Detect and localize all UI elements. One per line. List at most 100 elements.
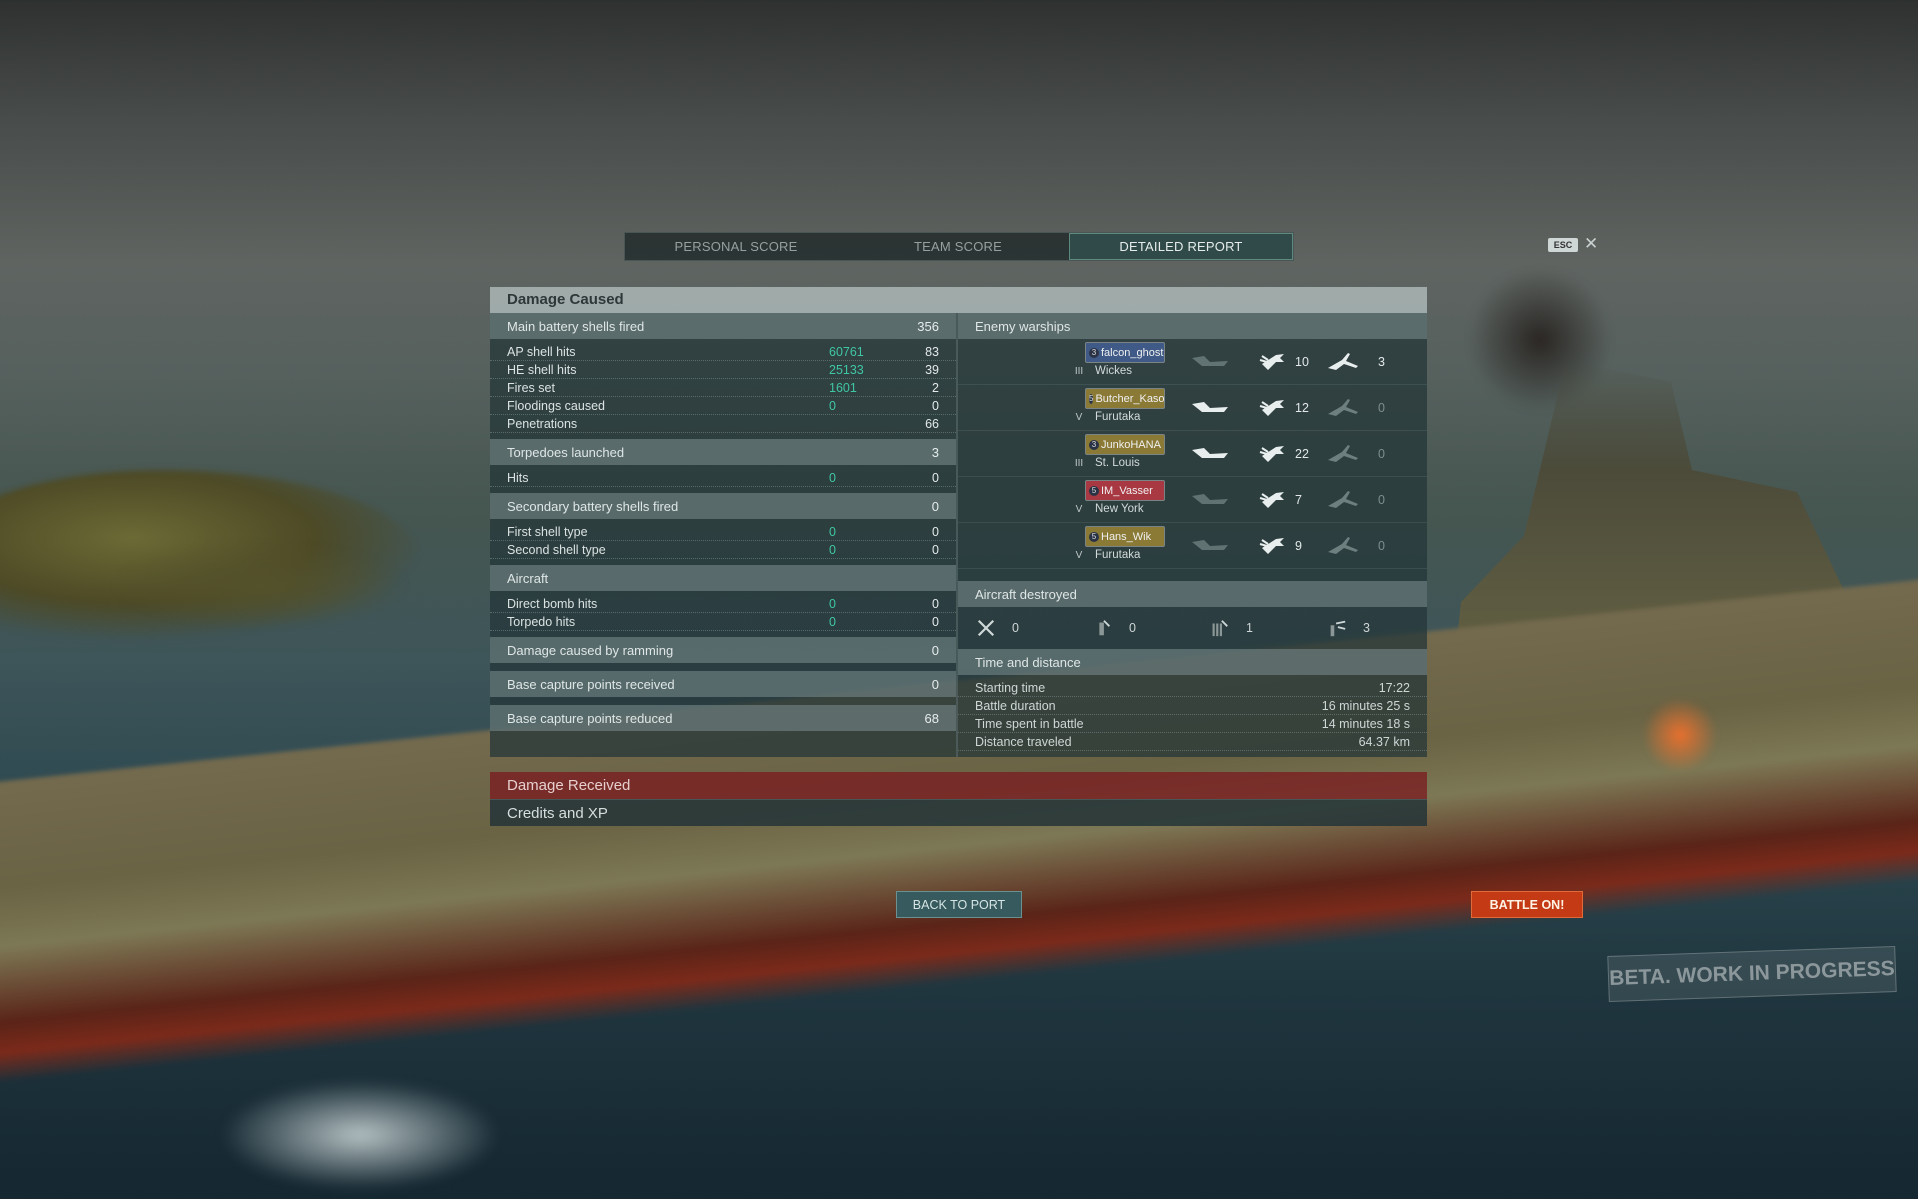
- time-distance-label: Distance traveled: [975, 734, 1072, 749]
- stat-row: Second shell type 0 0: [490, 541, 956, 559]
- ramming-section: Damage caused by ramming 0: [490, 637, 956, 663]
- time-distance-label: Starting time: [975, 680, 1046, 695]
- beta-watermark: BETA. WORK IN PROGRESS: [1607, 945, 1897, 1003]
- player-name: JunkoHANA: [1101, 438, 1161, 451]
- plane-icon: [1326, 396, 1358, 418]
- ship-name: Furutaka: [1095, 549, 1141, 561]
- enemy-ship-row: 5 Butcher_Kaso V Furutaka 12 0: [958, 385, 1427, 431]
- capture-reduced-section: Base capture points reduced 68: [490, 705, 956, 731]
- player-name: Hans_Wik: [1101, 530, 1152, 543]
- island-background-2: [110, 540, 410, 630]
- planes-count: 0: [1378, 447, 1385, 461]
- capture-received-section: Base capture points received 0: [490, 671, 956, 697]
- stat-value: 0: [932, 614, 939, 629]
- hits-count: 10: [1295, 355, 1309, 369]
- aircraft-destroyed-row: 0 0 1 3: [958, 607, 1427, 649]
- stat-damage: 1601: [829, 380, 857, 395]
- ship-tier: III: [1074, 366, 1084, 377]
- shell-hit-icon: [1258, 488, 1290, 510]
- planes-count: 0: [1378, 493, 1385, 507]
- stat-damage: 0: [829, 524, 836, 539]
- detailed-report-panel: Damage Caused Main battery shells fired 3…: [490, 287, 1427, 826]
- battleship-superstructure: [1440, 360, 1860, 800]
- stat-row: First shell type 0 0: [490, 523, 956, 541]
- enemy-ship-row: 3 JunkoHANA III St. Louis 22 0: [958, 431, 1427, 477]
- plane-icon: [1326, 534, 1358, 556]
- plane-icon: [1326, 442, 1358, 464]
- stat-row: Fires set 1601 2: [490, 379, 956, 397]
- ship-destroyed-icon: [1188, 350, 1228, 372]
- player-level: 3: [1089, 439, 1099, 450]
- report-tabs: PERSONAL SCORE TEAM SCORE DETAILED REPOR…: [624, 232, 1294, 261]
- stat-label: HE shell hits: [507, 362, 577, 377]
- ship-name: Furutaka: [1095, 411, 1141, 423]
- fighter-icon: [976, 618, 996, 638]
- player-level: 5: [1089, 485, 1099, 496]
- time-distance-row: Battle duration 16 minutes 25 s: [958, 697, 1427, 715]
- aircraft-destroyed-item: 0: [1093, 618, 1136, 638]
- island-background: [0, 470, 420, 640]
- stat-label: Direct bomb hits: [507, 596, 598, 611]
- ship-name: New York: [1095, 503, 1144, 515]
- sea-foam: [220, 1080, 500, 1190]
- aircraft-destroyed-count: 3: [1363, 621, 1370, 635]
- player-nameplate: 5 Butcher_Kaso: [1085, 388, 1165, 409]
- damage-caused-column: Main battery shells fired 356 AP shell hi…: [490, 313, 958, 757]
- stat-label: Penetrations: [507, 416, 578, 431]
- time-distance-section: Time and distance: [958, 649, 1427, 675]
- shell-hit-icon: [1258, 442, 1290, 464]
- stat-value: 0: [932, 524, 939, 539]
- ship-tier: V: [1075, 412, 1083, 423]
- player-name: Butcher_Kaso: [1095, 392, 1165, 405]
- esc-key-hint: ESC: [1548, 238, 1578, 252]
- stat-label: Torpedo hits: [507, 614, 576, 629]
- shell-hit-icon: [1258, 350, 1290, 372]
- ship-destroyed-icon: [1188, 442, 1228, 464]
- close-icon[interactable]: ✕: [1584, 234, 1598, 254]
- tab-detailed-report[interactable]: DETAILED REPORT: [1069, 233, 1293, 260]
- ship-destroyed-icon: [1188, 488, 1228, 510]
- time-distance-value: 14 minutes 18 s: [1321, 716, 1410, 731]
- ship-name: St. Louis: [1095, 457, 1140, 469]
- time-distance-row: Starting time 17:22: [958, 679, 1427, 697]
- stat-damage: 0: [829, 470, 836, 485]
- stat-value: 0: [932, 542, 939, 557]
- aircraft-destroyed-item: 3: [1327, 618, 1370, 638]
- stat-row: Hits 0 0: [490, 469, 956, 487]
- fire-effect: [1640, 700, 1720, 770]
- scout-plane-icon: [1327, 618, 1347, 638]
- player-level: 5: [1089, 393, 1094, 404]
- planes-count: 0: [1378, 539, 1385, 553]
- stat-value: 83: [925, 344, 939, 359]
- credits-xp-header[interactable]: Credits and XP: [490, 799, 1427, 826]
- hits-count: 9: [1295, 539, 1302, 553]
- player-nameplate: 5 Hans_Wik: [1085, 526, 1165, 547]
- plane-icon: [1326, 488, 1358, 510]
- back-to-port-button[interactable]: BACK TO PORT: [896, 891, 1022, 918]
- enemy-warships-column: Enemy warships 3 falcon_ghost III Wickes…: [958, 313, 1427, 757]
- stat-row: Penetrations 66: [490, 415, 956, 433]
- ship-tier: V: [1075, 550, 1083, 561]
- damage-received-header[interactable]: Damage Received: [490, 772, 1427, 799]
- stat-label: Second shell type: [507, 542, 606, 557]
- tab-team-score[interactable]: TEAM SCORE: [847, 233, 1069, 260]
- stat-row: Direct bomb hits 0 0: [490, 595, 956, 613]
- aircraft-destroyed-item: 0: [976, 618, 1019, 638]
- battle-on-button[interactable]: BATTLE ON!: [1471, 891, 1583, 918]
- stat-damage: 60761: [829, 344, 864, 359]
- stat-value: 39: [925, 362, 939, 377]
- plane-icon: [1326, 350, 1358, 372]
- aircraft-section: Aircraft: [490, 565, 956, 591]
- time-distance-label: Time spent in battle: [975, 716, 1084, 731]
- tab-personal-score[interactable]: PERSONAL SCORE: [625, 233, 847, 260]
- time-distance-value: 17:22: [1378, 680, 1410, 695]
- hits-count: 22: [1295, 447, 1309, 461]
- enemy-ship-list[interactable]: 3 falcon_ghost III Wickes 10 3 5 Butcher…: [958, 339, 1427, 581]
- player-nameplate: 3 JunkoHANA: [1085, 434, 1165, 455]
- hits-count: 7: [1295, 493, 1302, 507]
- aircraft-destroyed-count: 1: [1246, 621, 1253, 635]
- enemy-warships-section: Enemy warships: [958, 313, 1427, 339]
- stat-damage: 0: [829, 596, 836, 611]
- damage-caused-header[interactable]: Damage Caused: [490, 287, 1427, 313]
- ship-tier: III: [1074, 458, 1084, 469]
